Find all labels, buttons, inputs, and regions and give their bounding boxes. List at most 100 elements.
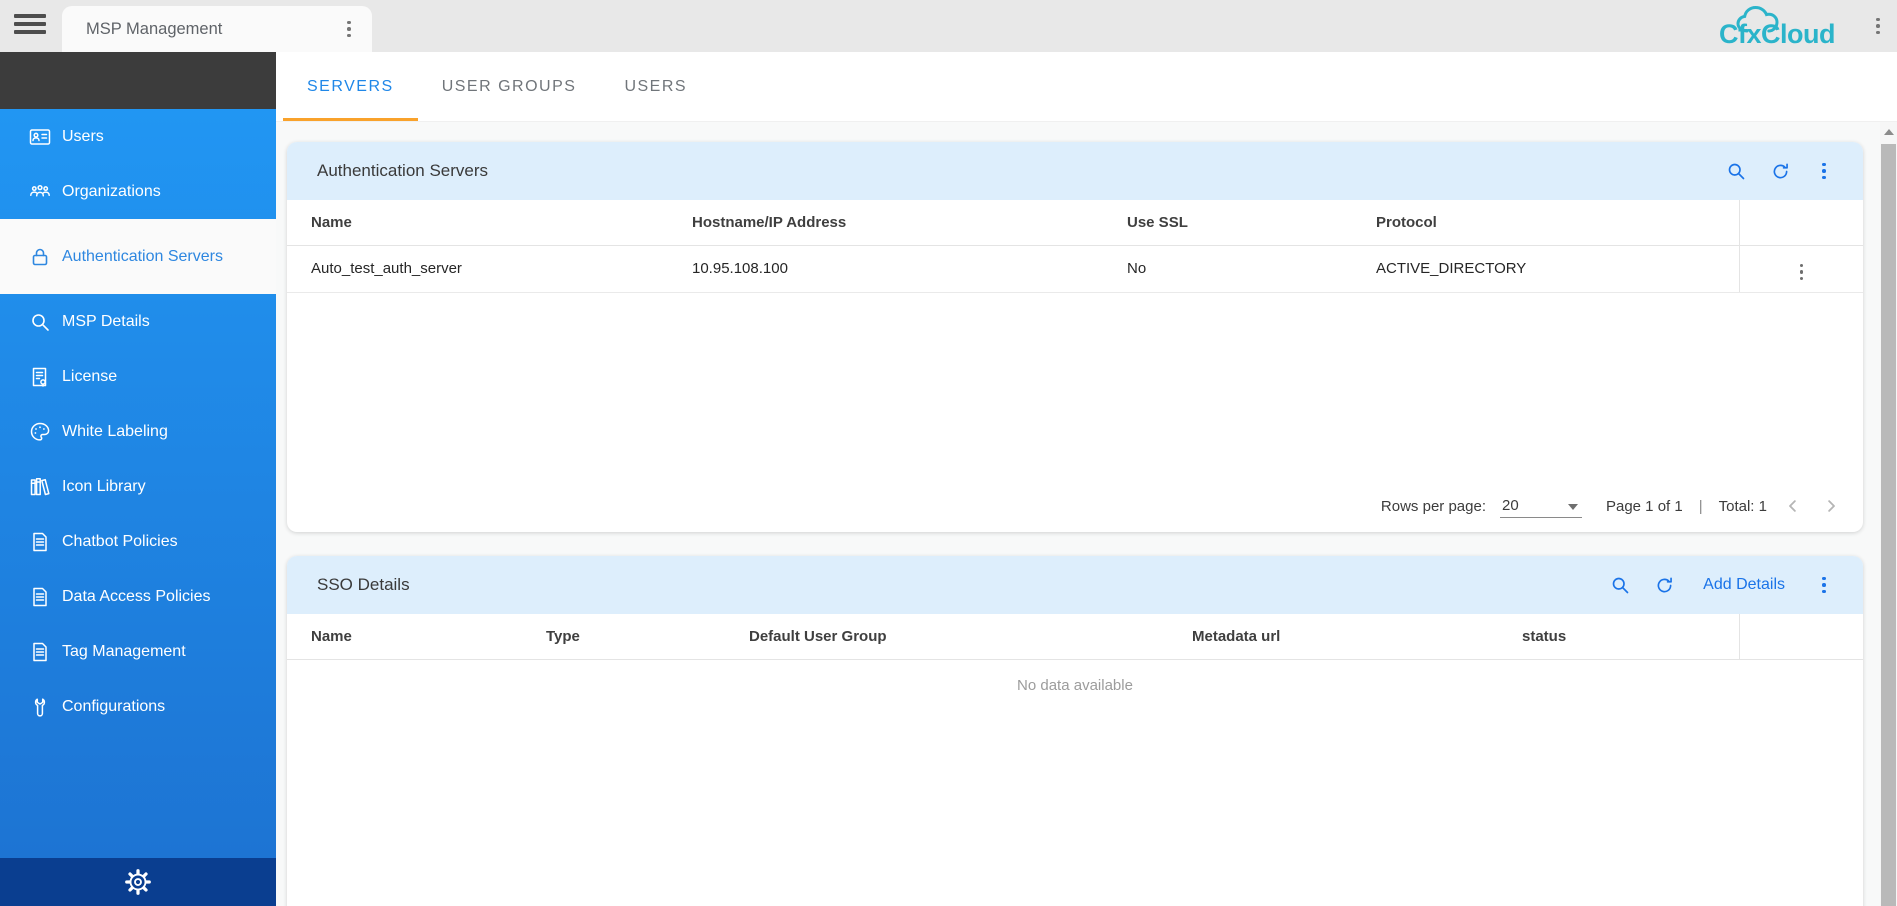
refresh-icon[interactable] [1769, 160, 1791, 182]
tabs-bar: SERVERS USER GROUPS USERS [276, 52, 1897, 122]
rows-per-page-label: Rows per page: [1381, 498, 1486, 515]
document-icon [28, 585, 52, 609]
table-row: Auto_test_auth_server 10.95.108.100 No A… [287, 245, 1863, 292]
license-icon [28, 365, 52, 389]
column-header-actions [1739, 614, 1863, 659]
sidebar-footer [0, 858, 276, 906]
search-icon[interactable] [1609, 574, 1631, 596]
sso-details-table: Name Type Default User Group Metadata ur… [287, 614, 1863, 660]
cell-use-ssl: No [1127, 245, 1376, 292]
sidebar-item-data-access-policies[interactable]: Data Access Policies [0, 569, 276, 624]
pagination-bar: Rows per page: 20 Page 1 of 1 | Total: 1 [287, 494, 1863, 532]
sso-panel-kebab-icon[interactable] [1813, 574, 1835, 596]
sidebar-item-label: White Labeling [62, 419, 168, 445]
sidebar-item-label: Users [62, 124, 104, 150]
app-tab-kebab-icon[interactable] [338, 18, 360, 40]
palette-icon [28, 420, 52, 444]
auth-servers-table: Name Hostname/IP Address Use SSL Protoco… [287, 200, 1863, 293]
rows-per-page-select[interactable]: 20 [1500, 495, 1582, 518]
auth-panel-kebab-icon[interactable] [1813, 160, 1835, 182]
column-header-actions [1739, 200, 1863, 245]
add-details-button[interactable]: Add Details [1703, 576, 1785, 594]
document-icon [28, 530, 52, 554]
main-area: SERVERS USER GROUPS USERS Authentication… [276, 52, 1897, 906]
column-header-metadata-url: Metadata url [1192, 614, 1522, 659]
sso-table-header-row: Name Type Default User Group Metadata ur… [287, 614, 1863, 659]
sidebar-item-label: Tag Management [62, 639, 186, 665]
magnifier-icon [28, 310, 52, 334]
sidebar-nav: Users Organizations Authent [0, 109, 276, 858]
sso-panel-header: SSO Details Add Details [287, 556, 1863, 614]
cell-name: Auto_test_auth_server [287, 245, 692, 292]
sidebar-item-organizations[interactable]: Organizations [0, 164, 276, 219]
auth-table-header-row: Name Hostname/IP Address Use SSL Protoco… [287, 200, 1863, 245]
sidebar-item-label: Authentication Servers [62, 244, 223, 270]
sso-panel-title: SSO Details [317, 575, 1609, 595]
sidebar-item-label: Chatbot Policies [62, 529, 178, 555]
top-bar-kebab-icon[interactable] [1867, 15, 1889, 37]
tab-servers[interactable]: SERVERS [283, 52, 418, 121]
sidebar: Users Organizations Authent [0, 52, 276, 906]
wrench-icon [28, 695, 52, 719]
column-header-use-ssl: Use SSL [1127, 200, 1376, 245]
scrollbar-up-arrow-icon[interactable] [1880, 122, 1897, 142]
sidebar-item-label: Icon Library [62, 474, 146, 500]
cell-protocol: ACTIVE_DIRECTORY [1376, 245, 1739, 292]
top-bar: MSP Management CfxCloud [0, 0, 1897, 52]
gear-icon[interactable] [123, 867, 153, 897]
document-icon [28, 640, 52, 664]
column-header-type: Type [546, 614, 749, 659]
organizations-icon [28, 180, 52, 204]
page-info: Page 1 of 1 [1606, 498, 1683, 515]
hamburger-menu-icon[interactable] [14, 14, 46, 38]
row-actions-kebab-icon[interactable] [1790, 261, 1812, 283]
tab-label: USERS [624, 78, 687, 96]
sidebar-header-strip [0, 52, 276, 109]
sidebar-item-label: Data Access Policies [62, 584, 211, 610]
search-icon[interactable] [1725, 160, 1747, 182]
column-header-status: status [1522, 614, 1739, 659]
lock-icon [28, 245, 52, 269]
cell-hostname: 10.95.108.100 [692, 245, 1127, 292]
app-tab-title: MSP Management [62, 20, 338, 39]
sidebar-item-users[interactable]: Users [0, 109, 276, 164]
sidebar-item-icon-library[interactable]: Icon Library [0, 459, 276, 514]
tab-user-groups[interactable]: USER GROUPS [418, 52, 601, 121]
column-header-protocol: Protocol [1376, 200, 1739, 245]
chevron-left-icon[interactable] [1781, 494, 1805, 518]
app-tab[interactable]: MSP Management [62, 6, 372, 52]
column-header-hostname: Hostname/IP Address [692, 200, 1127, 245]
sidebar-item-chatbot-policies[interactable]: Chatbot Policies [0, 514, 276, 569]
sidebar-item-authentication-servers[interactable]: Authentication Servers [0, 219, 276, 294]
column-header-name: Name [287, 200, 692, 245]
sidebar-item-license[interactable]: License [0, 349, 276, 404]
sidebar-item-msp-details[interactable]: MSP Details [0, 294, 276, 349]
books-icon [28, 475, 52, 499]
sidebar-item-tag-management[interactable]: Tag Management [0, 624, 276, 679]
refresh-icon[interactable] [1653, 574, 1675, 596]
auth-panel-header: Authentication Servers [287, 142, 1863, 200]
chevron-right-icon[interactable] [1819, 494, 1843, 518]
content-area: Authentication Servers [276, 122, 1897, 906]
empty-state-message: No data available [287, 660, 1863, 694]
total-count: Total: 1 [1719, 498, 1767, 515]
vertical-scrollbar[interactable] [1880, 122, 1897, 906]
sso-details-panel: SSO Details Add Details [287, 556, 1863, 906]
users-card-icon [28, 125, 52, 149]
scrollbar-thumb[interactable] [1881, 144, 1896, 906]
tab-label: SERVERS [307, 78, 394, 96]
caret-down-icon [1568, 504, 1578, 510]
cfxcloud-logo: CfxCloud [1719, 14, 1839, 48]
sidebar-item-label: Organizations [62, 179, 161, 205]
sidebar-item-label: Configurations [62, 694, 165, 720]
rows-per-page-value: 20 [1502, 497, 1519, 514]
auth-panel-title: Authentication Servers [317, 161, 1725, 181]
tab-label: USER GROUPS [442, 78, 577, 96]
sidebar-item-label: License [62, 364, 117, 390]
sidebar-item-configurations[interactable]: Configurations [0, 679, 276, 734]
sidebar-item-white-labeling[interactable]: White Labeling [0, 404, 276, 459]
authentication-servers-panel: Authentication Servers [287, 142, 1863, 532]
column-header-default-user-group: Default User Group [749, 614, 1192, 659]
sidebar-item-label: MSP Details [62, 309, 150, 335]
tab-users[interactable]: USERS [600, 52, 711, 121]
